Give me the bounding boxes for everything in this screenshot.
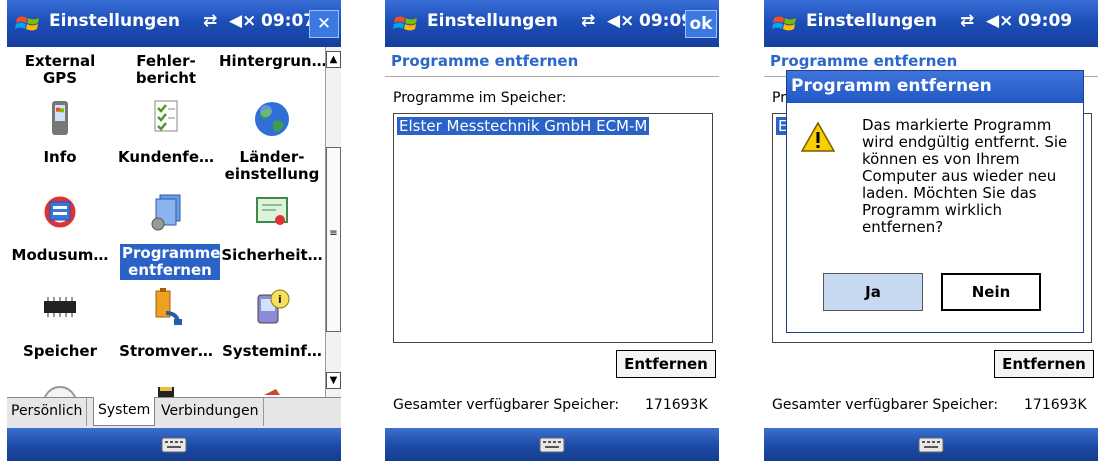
page-title: Programme entfernen (391, 52, 579, 70)
settings-icon-grid: External GPS Fehler- bericht Hintergrun…… (7, 47, 325, 397)
free-memory-value: 171693K (645, 397, 708, 413)
connectivity-icon[interactable]: ⇄ (203, 11, 217, 31)
screen-settings-system: Einstellungen ⇄ ◀× 09:07 ✕ External GPS … (7, 0, 341, 461)
title-bar: Einstellungen ⇄ ◀× 09:07 ✕ (7, 0, 341, 47)
setting-label-selected: Programme entfernen (120, 244, 220, 280)
connectivity-icon[interactable]: ⇄ (581, 11, 595, 31)
divider (385, 76, 719, 77)
list-item[interactable]: Elster Messtechnik GmbH ECM-M (397, 117, 650, 135)
volume-muted-icon[interactable]: ◀× (986, 11, 1013, 31)
remove-button[interactable]: Entfernen (994, 350, 1094, 378)
programs-listbox[interactable]: Elster Messtechnik GmbH ECM-M (393, 113, 713, 343)
programs-list-label-partial: Pr (772, 90, 786, 106)
setting-label: Stromver… (119, 343, 213, 360)
vertical-scrollbar[interactable]: ▲ ≡ ▼ (325, 47, 341, 397)
scroll-thumb[interactable]: ≡ (326, 147, 341, 332)
globe-icon (255, 102, 289, 136)
setting-label: Länder- einstellung (224, 149, 320, 183)
warning-icon (801, 121, 835, 152)
misc-setting-icon (264, 389, 280, 395)
no-button[interactable]: Nein (941, 273, 1041, 311)
certificate-icon (256, 197, 288, 225)
settings-tabs: Persönlich System Verbindungen (7, 397, 341, 428)
keyboard-icon[interactable] (161, 436, 187, 454)
clock-icon (44, 386, 76, 397)
menu-bar (7, 428, 341, 461)
setting-label: Hintergrun… (219, 53, 325, 70)
scroll-down-arrow-icon[interactable]: ▼ (326, 372, 341, 389)
keyboard-icon[interactable] (539, 436, 565, 454)
window-title: Einstellungen (49, 11, 180, 31)
free-memory-value: 171693K (1024, 397, 1087, 413)
windows-start-icon[interactable] (772, 12, 798, 36)
setting-label: Modusum… (11, 247, 109, 264)
setting-label: Sicherheit… (221, 247, 323, 264)
setting-label: Kundenfe… (117, 149, 214, 166)
memory-chip-icon (44, 297, 76, 317)
ok-button[interactable]: ok (685, 10, 717, 38)
connectivity-icon[interactable]: ⇄ (960, 11, 974, 31)
yes-button[interactable]: Ja (823, 273, 923, 311)
mode-switch-icon (44, 196, 76, 228)
windows-start-icon[interactable] (15, 12, 41, 36)
scroll-up-arrow-icon[interactable]: ▲ (326, 51, 341, 68)
screen-remove-program-dialog: Einstellungen ⇄ ◀× 09:09 Programme entfe… (764, 0, 1098, 461)
clock[interactable]: 09:09 (1018, 11, 1072, 31)
customer-feedback-icon (154, 100, 178, 132)
dialog-title: Programm entfernen (787, 71, 1083, 103)
remove-button[interactable]: Entfernen (616, 350, 716, 378)
screen-remove-programs: Einstellungen ⇄ ◀× 09:09 ok Programme en… (385, 0, 719, 461)
dialog-message: Das markierte Programm wird endgültig en… (862, 116, 1068, 236)
clock[interactable]: 09:07 (261, 11, 315, 31)
system-info-icon: i (257, 289, 290, 324)
remove-programs-icon (151, 194, 181, 231)
menu-bar (385, 428, 719, 461)
setting-label: Systeminf… (222, 343, 322, 360)
tab-system[interactable]: System (93, 397, 156, 426)
info-device-icon (52, 101, 68, 135)
volume-muted-icon[interactable]: ◀× (229, 11, 256, 31)
menu-bar (764, 428, 1098, 461)
setting-label: Info (43, 149, 77, 166)
title-bar: Einstellungen ⇄ ◀× 09:09 ok (385, 0, 719, 47)
free-memory-label: Gesamter verfügbarer Speicher: (772, 397, 999, 413)
title-bar: Einstellungen ⇄ ◀× 09:09 (764, 0, 1098, 47)
window-title: Einstellungen (806, 11, 937, 31)
storage-card-icon (158, 387, 174, 397)
tab-personal[interactable]: Persönlich (7, 398, 88, 426)
confirm-remove-dialog: Programm entfernen Das markierte Program… (786, 70, 1084, 333)
free-memory-label: Gesamter verfügbarer Speicher: (393, 397, 620, 413)
keyboard-icon[interactable] (918, 436, 944, 454)
power-icon (155, 288, 182, 325)
setting-label: Fehler- bericht (135, 53, 197, 87)
page-title: Programme entfernen (770, 52, 958, 70)
setting-label: Speicher (23, 343, 97, 360)
tab-connections[interactable]: Verbindungen (157, 398, 264, 426)
programs-list-label: Programme im Speicher: (393, 90, 567, 106)
windows-start-icon[interactable] (393, 12, 419, 36)
volume-muted-icon[interactable]: ◀× (607, 11, 634, 31)
close-button[interactable]: ✕ (309, 10, 339, 38)
setting-label: External GPS (24, 53, 96, 87)
svg-text:i: i (278, 293, 282, 306)
window-title: Einstellungen (427, 11, 558, 31)
